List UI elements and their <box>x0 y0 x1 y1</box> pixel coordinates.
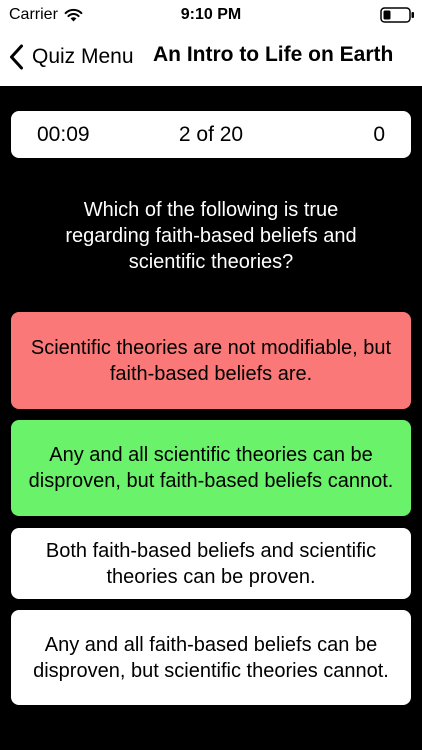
header-area: Carrier 9:10 PM Quiz Menu An Intro to Li… <box>0 0 422 86</box>
status-time: 9:10 PM <box>180 6 242 23</box>
status-bar: Carrier 9:10 PM <box>0 0 422 32</box>
answer-option-4[interactable]: Any and all faith-based beliefs can be d… <box>11 610 411 705</box>
back-button[interactable]: Quiz Menu <box>9 40 134 74</box>
score: 0 <box>373 123 385 146</box>
answer-option-3[interactable]: Both faith-based beliefs and scientific … <box>11 528 411 599</box>
back-button-label: Quiz Menu <box>32 45 134 68</box>
question-progress: 2 of 20 <box>178 123 244 146</box>
navigation-bar: Quiz Menu An Intro to Life on Earth <box>0 32 422 86</box>
quiz-status-panel: 00:09 2 of 20 0 <box>11 111 411 158</box>
answer-option-2[interactable]: Any and all scientific theories can be d… <box>11 420 411 516</box>
battery-icon <box>380 7 414 23</box>
answer-option-1[interactable]: Scientific theories are not modifiable, … <box>11 312 411 409</box>
question-text: Which of the following is true regarding… <box>65 199 357 273</box>
chevron-left-icon <box>10 44 23 70</box>
page-title: An Intro to Life on Earth <box>153 43 394 66</box>
